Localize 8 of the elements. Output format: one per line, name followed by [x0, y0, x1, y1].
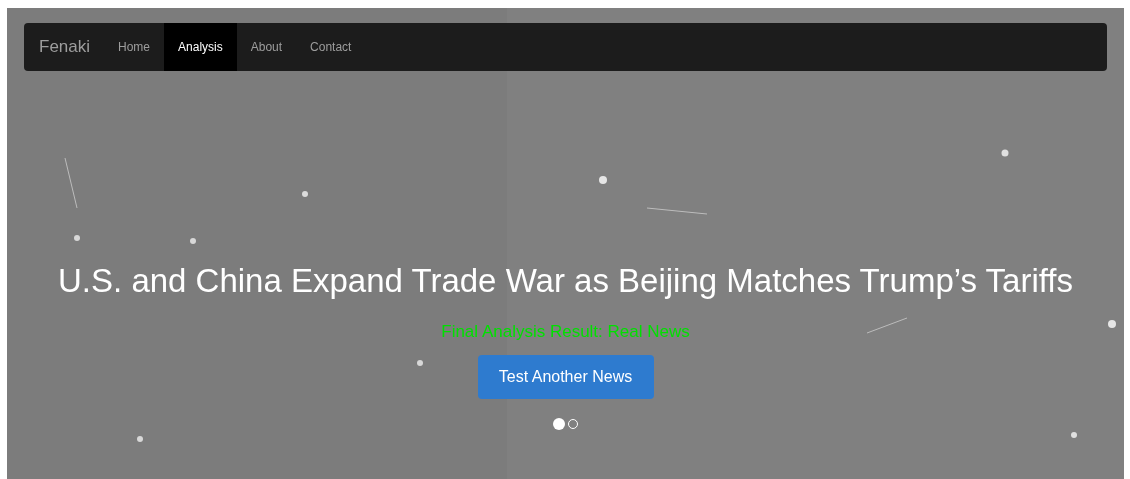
result-text: Final Analysis Result: Real News: [441, 321, 690, 343]
test-another-button[interactable]: Test Another News: [477, 355, 654, 399]
nav-link[interactable]: Analysis: [164, 23, 237, 71]
headline: U.S. and China Expand Trade War as Beijing Matches Trump’s Tariffs: [58, 261, 1073, 301]
nav-link[interactable]: About: [236, 23, 297, 71]
nav-link[interactable]: Contact: [296, 23, 366, 71]
nav-link[interactable]: Home: [104, 23, 165, 71]
brand-link[interactable]: Fenaki: [39, 23, 105, 71]
